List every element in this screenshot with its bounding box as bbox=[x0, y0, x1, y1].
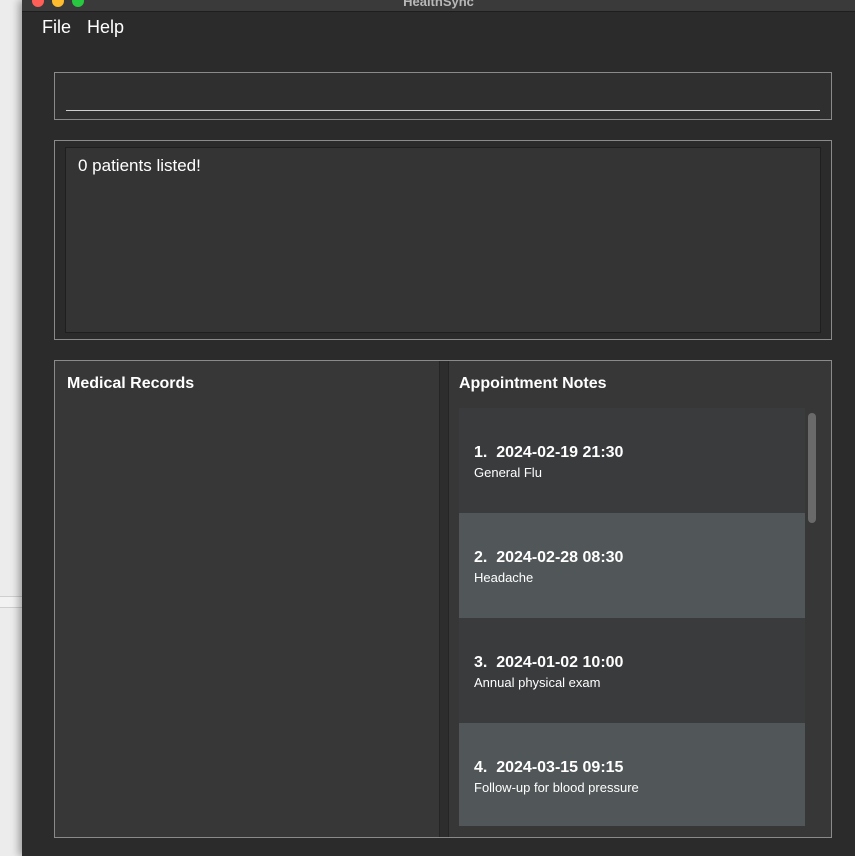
note-index: 4. bbox=[474, 759, 488, 776]
command-input[interactable] bbox=[66, 81, 820, 111]
appointment-notes-list[interactable]: 1. 2024-02-19 21:30 General Flu 2. 2024-… bbox=[459, 408, 805, 826]
note-datetime: 2024-01-02 10:00 bbox=[496, 654, 624, 671]
note-heading: 2. 2024-02-28 08:30 bbox=[474, 549, 805, 567]
appointment-notes-title: Appointment Notes bbox=[459, 375, 607, 392]
notes-scrollbar[interactable] bbox=[807, 412, 817, 826]
note-index: 3. bbox=[474, 654, 488, 671]
split-pane-divider[interactable] bbox=[439, 361, 449, 837]
note-heading: 4. 2024-03-15 09:15 bbox=[474, 759, 805, 777]
medical-records-title: Medical Records bbox=[67, 375, 195, 392]
menu-file[interactable]: File bbox=[42, 17, 71, 38]
app-window: HealthSync File Help 0 patients listed! … bbox=[22, 0, 855, 856]
note-description: General Flu bbox=[474, 465, 542, 480]
lists-container: Medical Records Appointment Notes 1. 202… bbox=[54, 360, 832, 838]
window-title: HealthSync bbox=[403, 0, 474, 9]
command-box bbox=[54, 72, 832, 120]
note-heading: 3. 2024-01-02 10:00 bbox=[474, 654, 805, 672]
note-description: Headache bbox=[474, 570, 534, 585]
list-item[interactable]: 3. 2024-01-02 10:00 Annual physical exam bbox=[459, 618, 805, 723]
note-datetime: 2024-02-28 08:30 bbox=[496, 549, 624, 566]
title-bar[interactable]: HealthSync bbox=[22, 0, 855, 12]
note-description: Follow-up for blood pressure bbox=[474, 780, 639, 795]
result-message: 0 patients listed! bbox=[78, 156, 201, 175]
list-item[interactable]: 4. 2024-03-15 09:15 Follow-up for blood … bbox=[459, 723, 805, 826]
notes-scrollbar-thumb[interactable] bbox=[808, 413, 816, 523]
note-index: 2. bbox=[474, 549, 488, 566]
result-display: 0 patients listed! bbox=[54, 140, 832, 340]
note-datetime: 2024-02-19 21:30 bbox=[496, 444, 624, 461]
list-item[interactable]: 1. 2024-02-19 21:30 General Flu bbox=[459, 408, 805, 513]
appointment-notes-panel: Appointment Notes 1. 2024-02-19 21:30 Ge… bbox=[449, 361, 831, 837]
menu-bar: File Help bbox=[22, 12, 855, 42]
note-heading: 1. 2024-02-19 21:30 bbox=[474, 444, 805, 462]
list-item[interactable]: 2. 2024-02-28 08:30 Headache bbox=[459, 513, 805, 618]
note-datetime: 2024-03-15 09:15 bbox=[496, 759, 624, 776]
note-index: 1. bbox=[474, 444, 488, 461]
note-description: Annual physical exam bbox=[474, 675, 601, 690]
menu-help[interactable]: Help bbox=[87, 17, 124, 38]
medical-records-panel: Medical Records bbox=[55, 361, 439, 837]
result-text-area[interactable]: 0 patients listed! bbox=[65, 147, 821, 333]
background-window-edge bbox=[0, 596, 22, 608]
